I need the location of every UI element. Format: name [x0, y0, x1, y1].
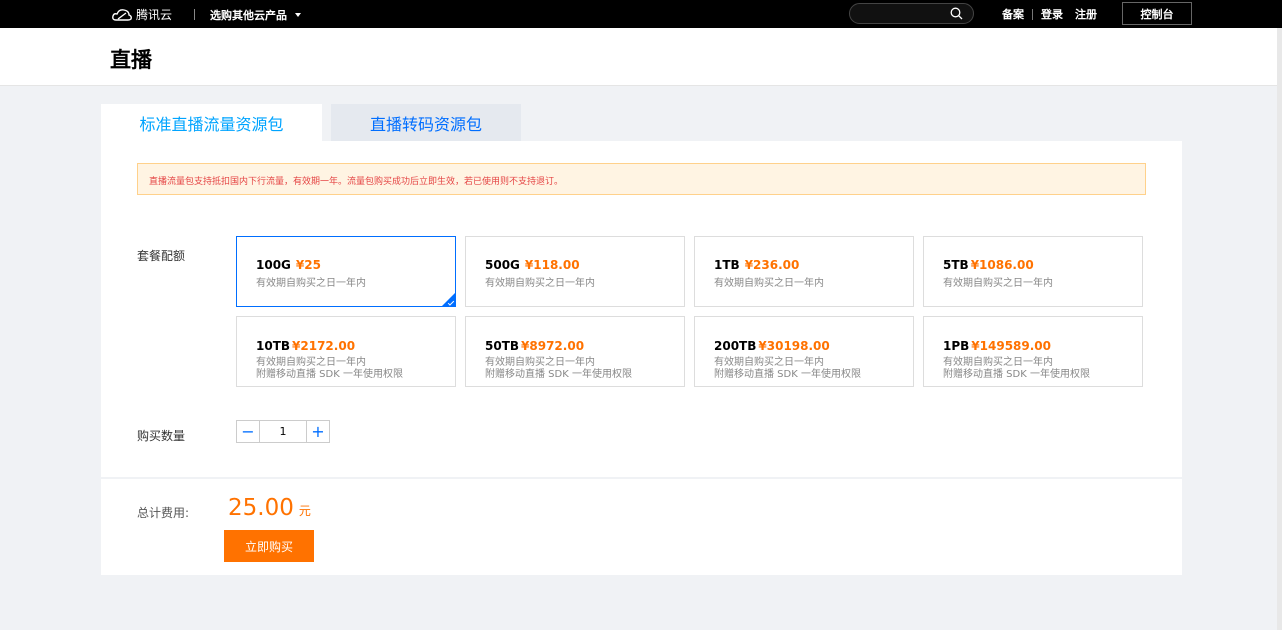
package-price: ¥30198.00	[758, 339, 830, 353]
buy-now-button[interactable]: 立即购买	[224, 530, 314, 562]
search-icon[interactable]	[950, 7, 963, 20]
package-validity: 有效期自购买之日一年内	[714, 278, 824, 289]
products-menu-label: 选购其他云产品	[210, 9, 287, 22]
package-name: 50TB	[485, 339, 520, 353]
package-name: 1TB	[714, 258, 740, 272]
checkout-panel: 总计费用: 25.00 元 立即购买	[101, 479, 1182, 575]
total-cost: 25.00 元	[228, 495, 311, 521]
package-option-200tb[interactable]: 200TB ¥30198.00 有效期自购买之日一年内 附赠移动直播 SDK 一年…	[694, 316, 914, 387]
brand-logo[interactable]: 腾讯云	[112, 6, 172, 23]
quantity-stepper: − +	[236, 420, 330, 443]
console-button[interactable]: 控制台	[1122, 2, 1192, 25]
package-gift: 附赠移动直播 SDK 一年使用权限	[943, 369, 1090, 380]
products-menu[interactable]: 选购其他云产品	[210, 7, 301, 23]
package-validity: 有效期自购买之日一年内	[485, 357, 595, 368]
tab-live-transcoding[interactable]: 直播转码资源包	[331, 104, 521, 141]
package-option-500g[interactable]: 500G ¥118.00 有效期自购买之日一年内	[465, 236, 685, 307]
package-validity: 有效期自购买之日一年内	[943, 357, 1053, 368]
package-name: 200TB	[714, 339, 757, 353]
chevron-down-icon	[295, 13, 301, 17]
package-selection-card: 直播流量包支持抵扣国内下行流量，有效期一年。流量包购买成功后立即生效，若已使用则…	[101, 141, 1182, 477]
page-scrollbar[interactable]	[1277, 28, 1282, 630]
filing-link[interactable]: 备案	[1002, 6, 1024, 22]
package-price: ¥149589.00	[971, 339, 1052, 353]
package-price: ¥118.00	[524, 258, 580, 272]
total-cost-unit: 元	[298, 504, 311, 518]
package-price: ¥2172.00	[292, 339, 356, 353]
brand-name: 腾讯云	[136, 8, 173, 22]
login-link[interactable]: 登录	[1041, 6, 1063, 22]
search-box[interactable]	[849, 3, 974, 24]
package-name: 5TB	[943, 258, 969, 272]
package-option-1pb[interactable]: 1PB ¥149589.00 有效期自购买之日一年内 附赠移动直播 SDK 一年使…	[923, 316, 1143, 387]
total-cost-label: 总计费用:	[137, 506, 190, 520]
search-input[interactable]	[860, 6, 950, 21]
package-name: 1PB	[943, 339, 970, 353]
package-option-5tb[interactable]: 5TB ¥1086.00 有效期自购买之日一年内	[923, 236, 1143, 307]
register-link[interactable]: 注册	[1075, 6, 1097, 22]
package-quota-label: 套餐配额	[137, 249, 186, 263]
decrement-button[interactable]: −	[237, 421, 260, 442]
package-option-10tb[interactable]: 10TB ¥2172.00 有效期自购买之日一年内 附赠移动直播 SDK 一年使用…	[236, 316, 456, 387]
package-name: 10TB	[256, 339, 291, 353]
package-gift: 附赠移动直播 SDK 一年使用权限	[256, 369, 403, 380]
package-option-1tb[interactable]: 1TB ¥236.00 有效期自购买之日一年内	[694, 236, 914, 307]
package-validity: 有效期自购买之日一年内	[485, 278, 595, 289]
top-links: 备案 登录 注册	[1002, 6, 1097, 22]
total-cost-value: 25.00	[228, 495, 294, 521]
page-header: 直播	[0, 28, 1282, 86]
package-validity: 有效期自购买之日一年内	[256, 278, 366, 289]
package-gift: 附赠移动直播 SDK 一年使用权限	[485, 369, 632, 380]
quantity-input[interactable]	[260, 421, 306, 442]
package-validity: 有效期自购买之日一年内	[714, 357, 824, 368]
tab-standard-live-traffic[interactable]: 标准直播流量资源包	[101, 104, 322, 141]
top-navigation-bar: 腾讯云 选购其他云产品 备案 登录 注册 控制台	[0, 0, 1282, 28]
page-title: 直播	[110, 48, 152, 72]
package-price: ¥1086.00	[970, 258, 1034, 272]
notice-banner: 直播流量包支持抵扣国内下行流量，有效期一年。流量包购买成功后立即生效，若已使用则…	[137, 163, 1146, 195]
topbar-divider	[194, 9, 195, 20]
package-price: ¥236.00	[744, 258, 800, 272]
package-validity: 有效期自购买之日一年内	[256, 357, 366, 368]
package-validity: 有效期自购买之日一年内	[943, 278, 1053, 289]
package-option-50tb[interactable]: 50TB ¥8972.00 有效期自购买之日一年内 附赠移动直播 SDK 一年使用…	[465, 316, 685, 387]
package-name: 500G	[485, 258, 520, 272]
link-divider	[1032, 8, 1033, 20]
cloud-logo-icon	[112, 8, 132, 21]
quantity-label: 购买数量	[137, 429, 186, 443]
package-price: ¥8972.00	[521, 339, 585, 353]
package-option-100g[interactable]: 100G ¥25 有效期自购买之日一年内	[236, 236, 456, 307]
package-name: 100G	[256, 258, 291, 272]
package-gift: 附赠移动直播 SDK 一年使用权限	[714, 369, 861, 380]
increment-button[interactable]: +	[306, 421, 329, 442]
package-price: ¥25	[295, 258, 321, 272]
